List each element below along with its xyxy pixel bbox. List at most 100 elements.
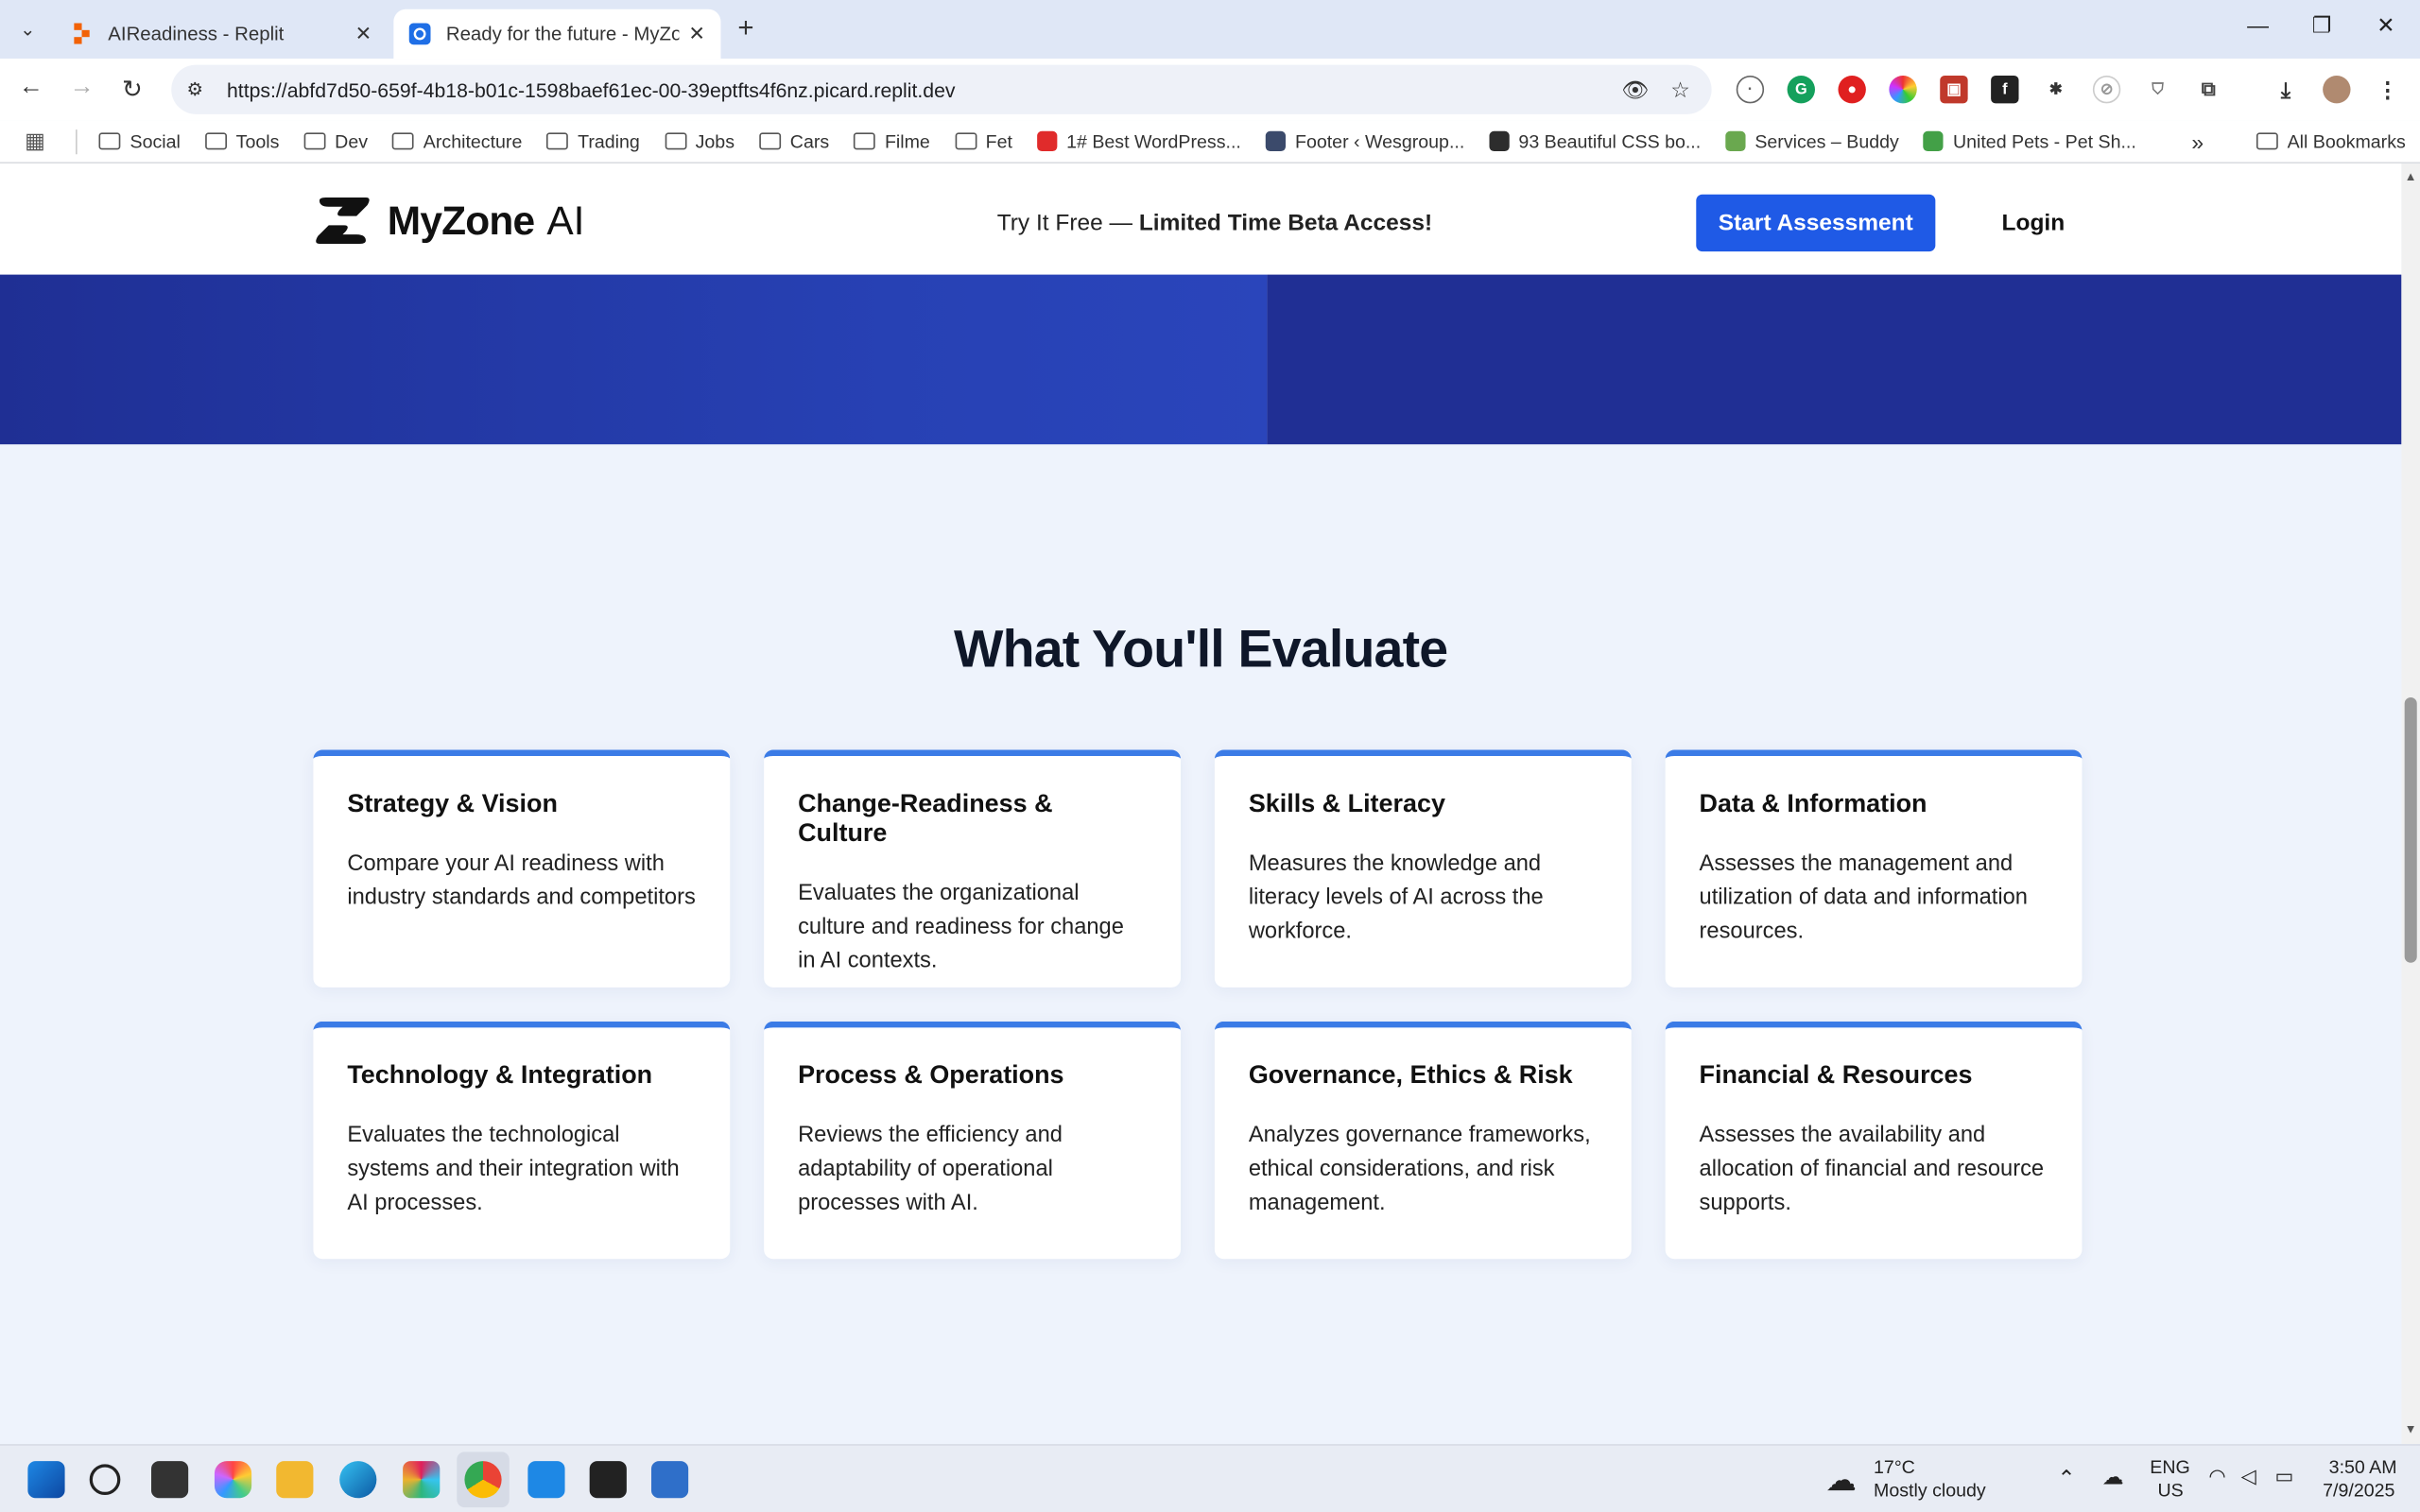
hero-band xyxy=(0,274,2402,445)
clock-time[interactable]: 3:50 AM xyxy=(2329,1456,2397,1478)
font-extension-icon[interactable]: f xyxy=(1991,75,2019,104)
folder-icon xyxy=(664,132,686,150)
bookmark-label: Social xyxy=(130,129,181,152)
eye-icon[interactable]: 👁 xyxy=(1621,77,1649,103)
edge-icon[interactable] xyxy=(339,1461,377,1499)
bookmarks-bar: ▦ Social Tools Dev Architecture Trading Jobs C… xyxy=(0,120,2420,164)
folder-icon xyxy=(303,132,326,150)
login-link[interactable]: Login xyxy=(2002,210,2066,236)
logo-suffix: AI xyxy=(546,197,585,244)
tab-myzone[interactable]: Ready for the future - MyZone AI ✕ xyxy=(393,9,721,60)
bookmark-link[interactable]: United Pets - Pet Sh... xyxy=(1923,129,2136,152)
extensions-puzzle-icon[interactable]: ⧉ xyxy=(2194,75,2223,104)
tab-search-icon[interactable]: ⌄ xyxy=(9,10,46,47)
scroll-down-icon[interactable]: ▼ xyxy=(2405,1422,2417,1436)
close-tab-icon[interactable]: ✕ xyxy=(688,22,705,46)
page-scrollbar[interactable]: ▲ ▼ xyxy=(2401,163,2420,1445)
evaluation-card: Governance, Ethics & Risk Analyzes govern… xyxy=(1214,1021,1632,1260)
evaluation-card: Change-Readiness & Culture Evaluates the … xyxy=(764,749,1181,988)
bookmark-folder[interactable]: Jobs xyxy=(664,130,735,152)
new-tab-icon[interactable]: + xyxy=(737,12,753,44)
close-tab-icon[interactable]: ✕ xyxy=(355,22,372,46)
chrome-icon[interactable] xyxy=(464,1461,502,1499)
bookmark-folder[interactable]: Trading xyxy=(546,130,640,152)
weather-icon[interactable]: ☁ xyxy=(1825,1461,1857,1500)
app-icon[interactable] xyxy=(589,1461,627,1499)
onedrive-icon[interactable]: ☁ xyxy=(2102,1464,2124,1490)
avatar[interactable] xyxy=(2323,75,2351,104)
bookmark-folder[interactable]: Fet xyxy=(954,129,1012,152)
reload-icon[interactable]: ↻ xyxy=(122,74,143,105)
tab-replit[interactable]: AIReadiness - Replit ✕ xyxy=(56,9,388,59)
bookmark-folder[interactable]: Dev xyxy=(303,130,368,152)
bookmark-label: Fet xyxy=(985,129,1012,152)
bookmark-folder[interactable]: Social xyxy=(98,129,181,152)
back-icon[interactable]: ← xyxy=(19,74,43,101)
card-description: Compare your AI readiness with industry … xyxy=(347,851,696,911)
menu-kebab-icon[interactable]: ⋮ xyxy=(2374,75,2402,104)
scroll-up-icon[interactable]: ▲ xyxy=(2405,170,2417,184)
url-text[interactable]: https://abfd7d50-659f-4b18-b01c-1598baef… xyxy=(227,77,1621,100)
promo-highlight: Limited Time Beta Access! xyxy=(1138,210,1433,236)
paint-icon[interactable] xyxy=(650,1461,689,1499)
weather-temp[interactable]: 17°C xyxy=(1874,1456,1915,1478)
folder-icon xyxy=(954,132,977,150)
bookmark-label: United Pets - Pet Sh... xyxy=(1952,129,2136,152)
folder-icon xyxy=(98,132,121,150)
all-bookmarks-folder[interactable]: All Bookmarks xyxy=(2256,130,2406,152)
wifi-icon[interactable]: ◠ xyxy=(2208,1464,2226,1488)
task-view-icon[interactable] xyxy=(150,1461,189,1499)
bookmark-link[interactable]: Services – Buddy xyxy=(1725,130,1899,152)
windows-start-icon[interactable] xyxy=(27,1461,65,1499)
logo-text: MyZone xyxy=(387,197,535,244)
address-bar[interactable]: ⚙ https://abfd7d50-659f-4b18-b01c-1598ba… xyxy=(171,64,1712,114)
extension-icon[interactable]: · xyxy=(1736,75,1765,104)
bookmark-folder[interactable]: Cars xyxy=(759,130,829,152)
download-icon[interactable]: ⤓ xyxy=(2272,75,2300,104)
extension-red-icon[interactable]: ▣ xyxy=(1940,75,1968,104)
bug-icon[interactable]: ✱ xyxy=(2041,75,2070,104)
more-bookmarks-icon[interactable]: » xyxy=(2191,129,2204,153)
battery-icon[interactable]: ▭ xyxy=(2275,1464,2294,1488)
site-logo[interactable]: MyZone AI xyxy=(313,191,584,249)
scroll-thumb[interactable] xyxy=(2404,696,2417,963)
browser-toolbar: ← → ↻ ⚙ https://abfd7d50-659f-4b18-b01c-… xyxy=(0,59,2420,121)
show-hidden-icons-icon[interactable]: ⌃ xyxy=(2057,1466,2075,1492)
forward-icon[interactable]: → xyxy=(69,74,94,101)
bookmark-folder[interactable]: Architecture xyxy=(392,130,522,152)
start-assessment-button[interactable]: Start Assessment xyxy=(1696,194,1936,252)
bookmark-link[interactable]: 93 Beautiful CSS bo... xyxy=(1489,130,1701,152)
vscode-icon[interactable] xyxy=(527,1461,565,1499)
region-code[interactable]: US xyxy=(2157,1480,2183,1502)
clock-date[interactable]: 7/9/2025 xyxy=(2323,1480,2394,1502)
search-icon[interactable] xyxy=(89,1464,121,1496)
divider xyxy=(76,129,78,154)
bookmark-folder[interactable]: Tools xyxy=(205,130,279,152)
bookmark-star-icon[interactable]: ☆ xyxy=(1670,77,1690,103)
site-favicon-icon xyxy=(1265,130,1287,151)
grammarly-icon[interactable]: G xyxy=(1787,75,1815,104)
minimize-icon[interactable]: — xyxy=(2247,12,2269,37)
replit-icon xyxy=(71,23,93,44)
slack-icon[interactable] xyxy=(403,1461,441,1499)
volume-icon[interactable]: ◁ xyxy=(2241,1464,2256,1488)
copilot-icon[interactable] xyxy=(214,1461,252,1499)
bookmark-link[interactable]: Footer ‹ Wesgroup... xyxy=(1265,130,1464,152)
apps-grid-icon[interactable]: ▦ xyxy=(25,129,45,155)
tab-strip: ⌄ AIReadiness - Replit ✕ Ready for the f… xyxy=(0,0,2420,60)
compass-icon[interactable]: ⊘ xyxy=(2092,75,2121,104)
bookmark-link[interactable]: 1# Best WordPress... xyxy=(1037,130,1241,152)
close-window-icon[interactable]: ✕ xyxy=(2377,12,2394,39)
restore-icon[interactable]: ❐ xyxy=(2312,12,2332,39)
adblock-icon[interactable]: ● xyxy=(1838,75,1866,104)
shield-icon[interactable]: ⛉ xyxy=(2143,75,2172,104)
file-explorer-icon[interactable] xyxy=(276,1461,314,1499)
card-title: Financial & Resources xyxy=(1699,1061,1973,1090)
myzone-logo-icon xyxy=(316,197,370,244)
color-picker-icon[interactable] xyxy=(1889,75,1917,104)
bookmark-folder[interactable]: Filme xyxy=(854,130,930,152)
weather-desc[interactable]: Mostly cloudy xyxy=(1874,1480,1986,1502)
bookmark-label: Filme xyxy=(884,129,930,152)
language-code[interactable]: ENG xyxy=(2150,1456,2189,1478)
site-info-icon[interactable]: ⚙ xyxy=(187,78,209,100)
